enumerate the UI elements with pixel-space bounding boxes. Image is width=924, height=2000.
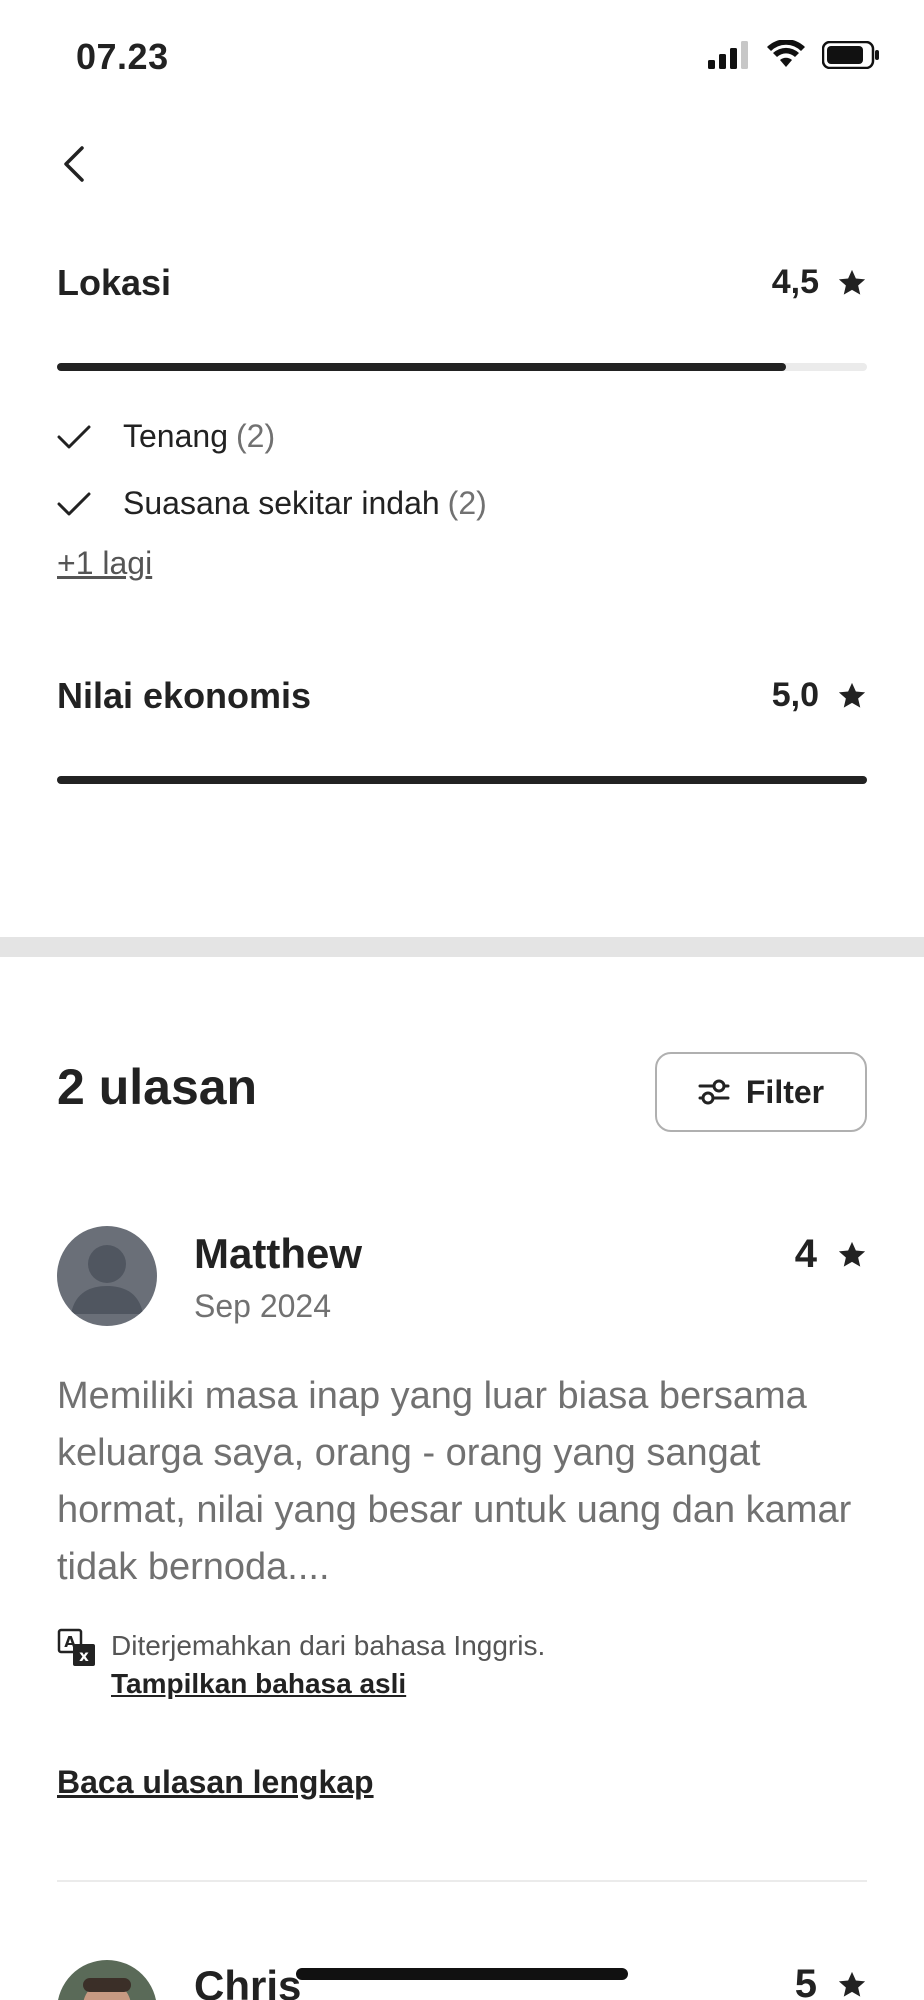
highlight-count: (2) bbox=[447, 485, 487, 521]
category-score: 5,0 bbox=[772, 676, 867, 715]
category-rating-fill bbox=[57, 363, 786, 371]
highlight-label: Tenang bbox=[123, 418, 228, 454]
svg-text:x: x bbox=[79, 1647, 89, 1665]
check-icon bbox=[57, 424, 97, 450]
category-score-value: 5,0 bbox=[771, 676, 819, 714]
reviewer-name: Matthew bbox=[194, 1230, 362, 1277]
category-title: Nilai ekonomis bbox=[57, 675, 312, 716]
review-rating: 5 bbox=[795, 1962, 867, 2000]
star-icon bbox=[838, 269, 866, 295]
translate-icon: A x bbox=[57, 1628, 95, 1666]
avatar[interactable] bbox=[57, 1960, 157, 2000]
category-rating-fill bbox=[57, 776, 867, 784]
category-score: 4,5 bbox=[772, 263, 867, 302]
show-original-link[interactable]: Tampilkan bahasa asli bbox=[111, 1664, 545, 1704]
highlight-item: Suasana sekitar indah (2) bbox=[57, 485, 487, 522]
check-icon bbox=[57, 491, 97, 517]
translation-note: Diterjemahkan dari bahasa Inggris. bbox=[111, 1630, 546, 1661]
review-text: Memiliki masa inap yang luar biasa bersa… bbox=[57, 1375, 852, 1588]
home-indicator[interactable] bbox=[296, 1968, 628, 1980]
reviews-count-heading: 2 ulasan bbox=[57, 1059, 258, 1115]
reviewer-name: Chris bbox=[194, 1962, 302, 2000]
star-icon bbox=[838, 1971, 866, 1997]
highlight-item: Tenang (2) bbox=[57, 418, 275, 455]
user-photo-icon bbox=[57, 1960, 157, 2000]
section-divider bbox=[0, 937, 924, 957]
highlight-count: (2) bbox=[235, 418, 276, 454]
review-date: Sep 2024 bbox=[194, 1288, 332, 1324]
translation-info: A x Diterjemahkan dari bahasa Inggris. T… bbox=[57, 1628, 545, 1704]
more-highlights-link[interactable]: +1 lagi bbox=[57, 545, 152, 582]
cellular-signal-icon bbox=[708, 41, 748, 69]
category-rating-bar bbox=[57, 363, 867, 371]
review-divider bbox=[57, 1880, 867, 1882]
default-user-icon bbox=[57, 1226, 157, 1326]
filter-label: Filter bbox=[745, 1073, 825, 1110]
back-button[interactable] bbox=[50, 140, 98, 188]
review-rating-value: 4 bbox=[794, 1232, 817, 1276]
sliders-icon bbox=[698, 1079, 730, 1105]
wifi-icon bbox=[767, 40, 805, 67]
status-icons bbox=[708, 40, 880, 70]
read-full-review-link[interactable]: Baca ulasan lengkap bbox=[57, 1764, 374, 1801]
chevron-left-icon bbox=[64, 146, 84, 182]
review-rating: 4 bbox=[795, 1232, 867, 1277]
star-icon bbox=[838, 1241, 866, 1267]
battery-icon bbox=[822, 41, 879, 69]
category-title: Lokasi bbox=[57, 262, 172, 303]
filter-button[interactable]: Filter bbox=[655, 1052, 867, 1132]
category-score-value: 4,5 bbox=[771, 263, 819, 301]
review-rating-value: 5 bbox=[794, 1962, 817, 2000]
star-icon bbox=[838, 682, 866, 708]
category-rating-bar bbox=[57, 776, 867, 784]
avatar[interactable] bbox=[57, 1226, 157, 1326]
highlight-label: Suasana sekitar indah bbox=[123, 485, 440, 521]
status-time: 07.23 bbox=[76, 36, 169, 77]
